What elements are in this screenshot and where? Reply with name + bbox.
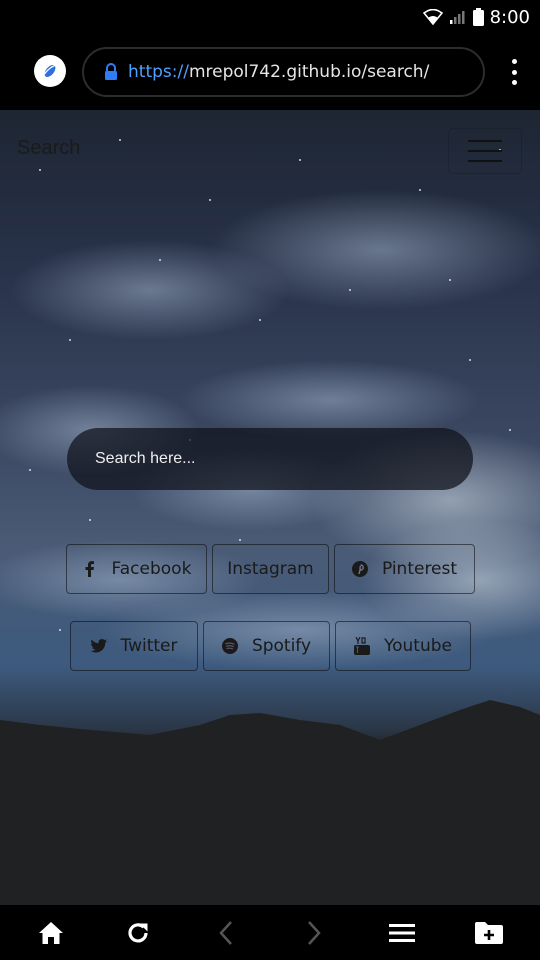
status-bar: 8:00: [0, 0, 540, 33]
spotify-label: Spotify: [251, 636, 312, 656]
twitter-icon: [90, 638, 107, 654]
url-scheme: https://: [128, 62, 189, 82]
search-input[interactable]: [95, 450, 435, 468]
status-icons: 8:00: [422, 5, 530, 29]
signal-icon: [449, 11, 465, 24]
search-box[interactable]: [67, 428, 473, 490]
twitter-label: Twitter: [120, 636, 178, 656]
add-folder-icon[interactable]: [474, 919, 504, 947]
home-icon[interactable]: [36, 919, 66, 947]
instagram-button[interactable]: Instagram: [212, 544, 329, 594]
bottom-navigation: [7, 905, 533, 960]
more-options-icon[interactable]: [511, 59, 517, 85]
lock-icon: [105, 63, 117, 80]
url-text: https://mrepol742.github.io/search/: [128, 62, 429, 82]
pinterest-icon: [351, 561, 368, 577]
address-bar[interactable]: https://mrepol742.github.io/search/: [82, 47, 485, 97]
instagram-label: Instagram: [227, 559, 314, 579]
menu-icon[interactable]: [387, 919, 417, 947]
facebook-button[interactable]: Facebook: [66, 544, 207, 594]
pinterest-label: Pinterest: [381, 559, 458, 579]
page-title: Search: [17, 137, 81, 159]
web-page: Search Facebook Instagram Pinterest Twit…: [0, 110, 540, 905]
pinterest-button[interactable]: Pinterest: [334, 544, 475, 594]
wifi-icon: [422, 9, 443, 25]
menu-toggle-button[interactable]: [448, 128, 522, 174]
browser-logo-icon[interactable]: [34, 55, 66, 87]
reload-icon[interactable]: [123, 919, 153, 947]
status-time: 8:00: [489, 6, 530, 28]
youtube-button[interactable]: Youtube: [335, 621, 471, 671]
browser-toolbar: https://mrepol742.github.io/search/: [7, 33, 533, 110]
spotify-icon: [221, 638, 238, 654]
back-icon[interactable]: [211, 919, 241, 947]
youtube-icon: [354, 637, 370, 655]
facebook-icon: [82, 561, 98, 577]
url-host: mrepol742.github.io/search/: [188, 62, 430, 82]
facebook-label: Facebook: [111, 559, 192, 579]
forward-icon[interactable]: [299, 919, 329, 947]
spotify-button[interactable]: Spotify: [203, 621, 330, 671]
twitter-button[interactable]: Twitter: [70, 621, 198, 671]
mountain-silhouette: [0, 700, 540, 905]
youtube-label: Youtube: [384, 636, 452, 656]
battery-icon: [472, 8, 484, 26]
